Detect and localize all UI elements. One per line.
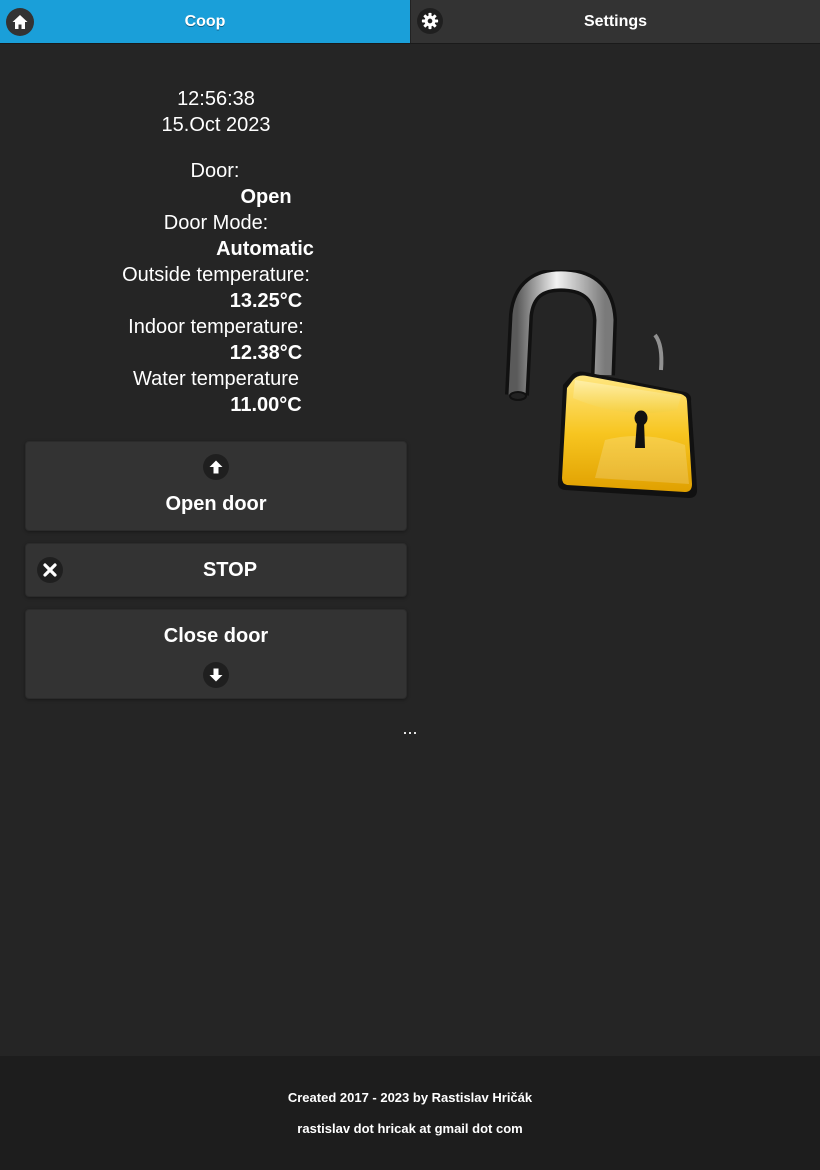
open-padlock-icon [505,270,698,498]
door-mode-label: Door Mode: [163,212,269,234]
tab-coop[interactable]: Coop [0,0,410,43]
footer-contact: rastislav dot hricak at gmail dot com [297,1121,523,1136]
outside-temp-value: 13.25°C [229,290,303,312]
footer: Created 2017 - 2023 by Rastislav Hričák … [0,1056,820,1170]
door-mode-value: Automatic [216,238,314,260]
water-temp-label: Water temperature [133,368,299,390]
app-page: Coop Settings 12:56:38 15.Oct 2023 Door:… [0,0,820,1170]
status-panel: 12:56:38 15.Oct 2023 Door: Open Door Mod… [0,86,432,418]
tab-settings[interactable]: Settings [410,0,820,43]
home-icon [6,8,34,36]
current-date: 15.Oct 2023 [161,114,271,136]
door-label: Door: [190,160,240,182]
indoor-temp-label: Indoor temperature: [128,316,304,338]
stop-label: STOP [202,559,258,581]
open-door-button[interactable]: Open door [25,441,407,531]
gear-icon [417,8,443,34]
stop-button[interactable]: STOP [25,543,407,597]
outside-temp-label: Outside temperature: [122,264,310,286]
tab-coop-label: Coop [184,12,226,30]
water-temp-value: 11.00°C [230,394,302,416]
current-time: 12:56:38 [177,88,255,110]
indoor-temp-value: 12.38°C [229,342,303,364]
close-door-label: Close door [163,625,269,647]
nav-bar: Coop Settings [0,0,820,44]
open-door-label: Open door [165,493,267,515]
close-door-button[interactable]: Close door [25,609,407,699]
arrow-down-icon [203,662,229,688]
arrow-up-icon [203,454,229,480]
tab-settings-label: Settings [583,12,648,30]
door-value: Open [240,186,292,208]
footer-credits: Created 2017 - 2023 by Rastislav Hričák [287,1090,533,1105]
loading-ellipsis: ... [402,718,418,738]
